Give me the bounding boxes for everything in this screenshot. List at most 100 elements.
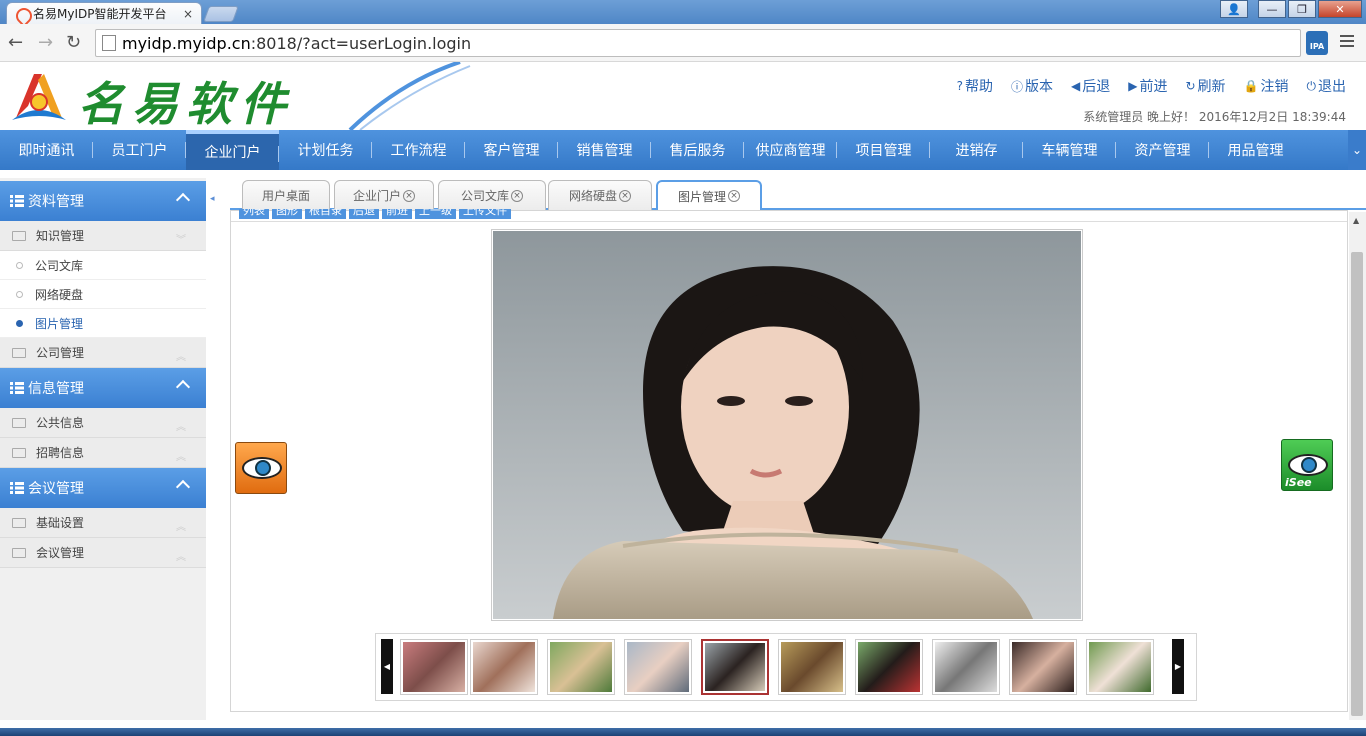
help-button[interactable]: ? 帮助 [957,76,993,96]
sidebar-section-title: 信息管理 [28,381,84,397]
root-dir-button[interactable]: 根目录 [305,209,346,219]
nav-item-projects[interactable]: 项目管理 [837,130,930,170]
thumbnail-selected[interactable] [701,639,769,695]
list-icon [10,195,24,207]
ipa-extension-icon[interactable]: IPA [1306,31,1328,55]
close-tab-icon[interactable]: × [511,189,523,202]
sidebar-group-public-info[interactable]: 公共信息 ︽ [0,408,206,438]
sidebar-item-image-management[interactable]: 图片管理 [0,309,206,338]
nav-item-inventory[interactable]: 进销存 [930,130,1023,170]
sidebar-item-label: 公司文库 [35,258,84,273]
nav-item-assets[interactable]: 资产管理 [1116,130,1209,170]
isee-label: iSee [1285,476,1312,489]
browser-menu-icon[interactable] [1340,35,1354,47]
sidebar-section-materials[interactable]: 资料管理 [0,181,206,221]
forward-dir-button[interactable]: 前进 [382,209,412,219]
scrollbar-thumb[interactable] [1351,252,1363,716]
thumbnail[interactable] [855,639,923,695]
sidebar-group-label: 知识管理 [36,229,85,243]
forward-arrow-icon[interactable]: → [38,32,53,53]
page-icon [102,35,116,51]
sidebar-item-company-library[interactable]: 公司文库 [0,251,206,280]
minimize-button[interactable]: — [1258,0,1286,18]
sidebar-item-network-disk[interactable]: 网络硬盘 [0,280,206,309]
profile-icon[interactable]: 👤 [1220,0,1248,18]
back-button[interactable]: ◀ 后退 [1071,76,1110,96]
logout-button[interactable]: 🔒 注销 [1244,76,1289,96]
power-icon: ⏻ [1306,78,1317,93]
nav-item-im[interactable]: 即时通讯 [0,130,93,170]
nav-item-supplies[interactable]: 用品管理 [1209,130,1302,170]
sidebar-group-basic-settings[interactable]: 基础设置 ︽ [0,508,206,538]
close-tab-icon[interactable]: × [728,190,740,202]
nav-item-vehicles[interactable]: 车辆管理 [1023,130,1116,170]
close-window-button[interactable]: ✕ [1318,0,1362,18]
tab-label: 企业门户 [352,189,401,203]
graphic-view-button[interactable]: 图形 [272,209,302,219]
nav-item-customers[interactable]: 客户管理 [465,130,558,170]
url-input[interactable]: myidp.myidp.cn:8018/?act=userLogin.login [95,29,1301,57]
nav-item-enterprise-portal[interactable]: 企业门户 [186,130,279,170]
scroll-left-arrow-icon[interactable]: ◀ [381,639,393,694]
tab-user-desktop[interactable]: 用户桌面 [242,180,330,210]
tab-network-disk[interactable]: 网络硬盘 × [548,180,652,210]
new-tab-button[interactable] [203,6,239,22]
sidebar-group-recruitment[interactable]: 招聘信息 ︽ [0,438,206,468]
close-tab-icon[interactable]: × [183,7,193,21]
tab-enterprise-portal[interactable]: 企业门户 × [334,180,434,210]
main-photo [491,229,1083,621]
version-button[interactable]: ⓘ 版本 [1011,76,1053,96]
close-tab-icon[interactable]: × [403,189,415,202]
exit-button[interactable]: ⏻ 退出 [1307,76,1347,96]
previous-image-eye-icon[interactable] [235,442,287,494]
close-tab-icon[interactable]: × [619,189,631,202]
thumbnail[interactable] [1086,639,1154,695]
sidebar-group-meeting-management[interactable]: 会议管理 ︽ [0,538,206,568]
collapse-chevron-icon [175,379,191,395]
folder-icon [12,347,26,358]
thumbnail[interactable] [470,639,538,695]
vertical-scrollbar[interactable]: ▲ [1349,212,1366,720]
sidebar-group-company[interactable]: 公司管理 ︽ [0,338,206,368]
back-arrow-icon[interactable]: ← [8,32,23,53]
portrait-image [493,231,1081,619]
thumbnail[interactable] [400,639,468,695]
collapse-chevron-icon [175,192,191,208]
scroll-up-arrow-icon[interactable]: ▲ [1353,216,1359,225]
refresh-button[interactable]: ↻ 刷新 [1185,76,1225,96]
nav-item-staff-portal[interactable]: 员工门户 [93,130,186,170]
refresh-icon: ↻ [1185,79,1196,93]
forward-button[interactable]: ▶ 前进 [1128,76,1167,96]
sidebar-group-label: 公司管理 [36,346,85,360]
app-header: 名易软件 ? 帮助 ⓘ 版本 ◀ 后退 ▶ 前进 ↻ 刷新 🔒 注销 ⏻ 退出 系统管理员 晚… [0,62,1366,131]
thumbnail[interactable] [932,639,1000,695]
sidebar-section-info[interactable]: 信息管理 [0,368,206,408]
scroll-right-arrow-icon[interactable]: ▶ [1172,639,1184,694]
sidebar-section-meetings[interactable]: 会议管理 [0,468,206,508]
nav-item-sales[interactable]: 销售管理 [558,130,651,170]
bullet-icon [16,261,23,269]
upload-file-button[interactable]: 上传文件 [459,209,511,219]
thumbnail[interactable] [1009,639,1077,695]
thumbnail[interactable] [624,639,692,695]
reload-icon[interactable]: ↻ [66,32,81,53]
list-view-button[interactable]: 列表 [239,209,269,219]
sidebar-group-label: 公共信息 [36,416,85,430]
maximize-button[interactable]: ❐ [1288,0,1316,18]
next-image-isee-icon[interactable]: iSee [1281,439,1333,491]
tab-image-management[interactable]: 图片管理 × [656,180,762,212]
nav-more-chevron-icon[interactable]: ⌄ [1348,130,1366,170]
thumbnail[interactable] [547,639,615,695]
back-dir-button[interactable]: 后退 [349,209,379,219]
nav-item-workflow[interactable]: 工作流程 [372,130,465,170]
browser-tab[interactable]: 名易MyIDP智能开发平台 × [6,2,202,24]
nav-item-suppliers[interactable]: 供应商管理 [744,130,837,170]
up-level-button[interactable]: 上一级 [415,209,456,219]
sidebar-collapse-icon[interactable]: ◂ [210,194,215,204]
nav-item-after-sales[interactable]: 售后服务 [651,130,744,170]
nav-item-plans[interactable]: 计划任务 [279,130,372,170]
sidebar-group-knowledge[interactable]: 知识管理 ︾ [0,221,206,251]
tab-company-library[interactable]: 公司文库 × [438,180,546,210]
tab-label: 图片管理 [677,189,726,204]
thumbnail[interactable] [778,639,846,695]
